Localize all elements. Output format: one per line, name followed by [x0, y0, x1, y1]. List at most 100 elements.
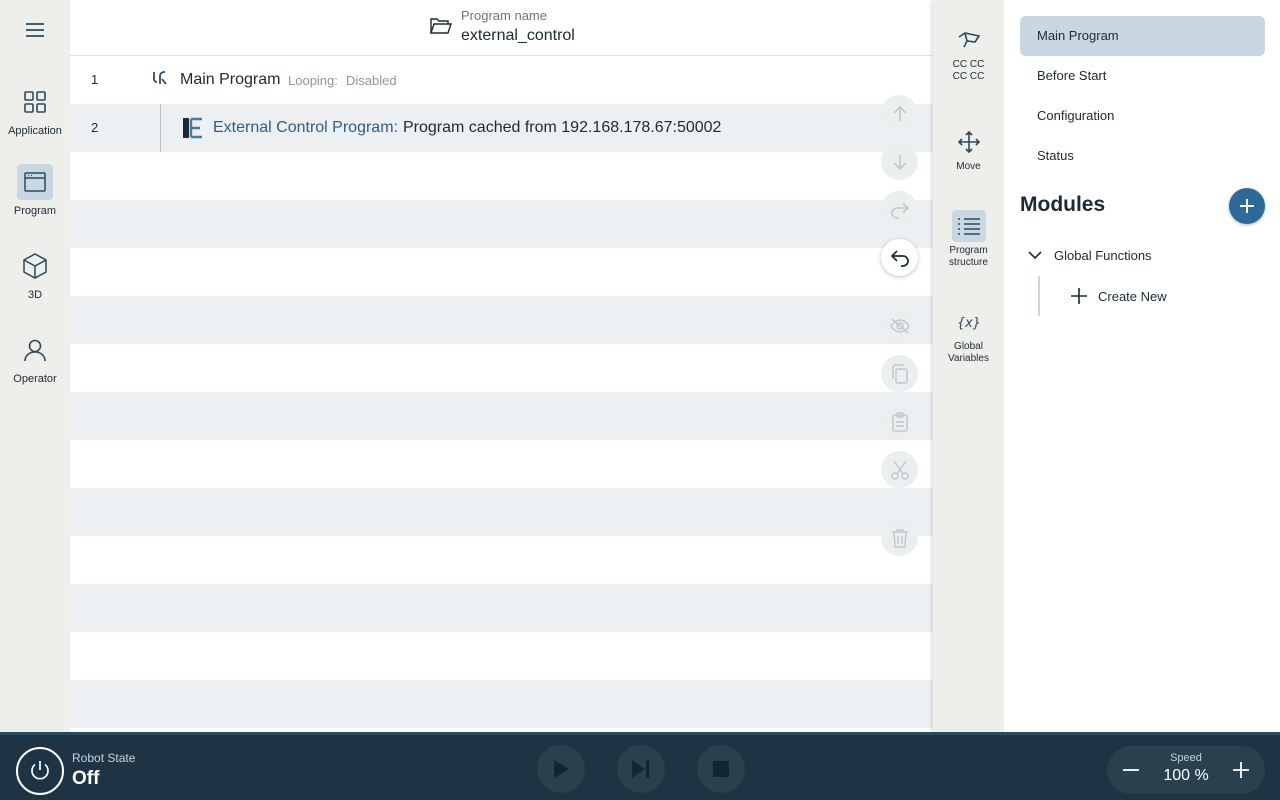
move-up-button[interactable] [881, 95, 918, 132]
nav-program-label: Program [13, 205, 57, 217]
move-arrows-icon [952, 126, 986, 158]
svg-text:{x}: {x} [957, 316, 980, 331]
paste-button[interactable] [881, 403, 918, 440]
empty-row[interactable] [70, 584, 933, 632]
stop-button[interactable] [697, 745, 745, 793]
empty-row[interactable] [70, 536, 933, 584]
hide-icon [889, 317, 910, 334]
nav-program[interactable]: Program [0, 164, 70, 236]
empty-row[interactable] [70, 296, 933, 344]
robot-state-value: Off [72, 768, 100, 789]
rail-teach-pendant[interactable]: CC CC CC CC [933, 24, 1004, 83]
rail-teach-pendant-label: CC CC CC CC [952, 59, 985, 82]
program-row[interactable]: 2 External Control Program: Program cach… [70, 104, 933, 152]
stop-icon [713, 761, 729, 777]
delete-button[interactable] [881, 519, 918, 556]
paste-icon [891, 411, 908, 432]
move-up-icon [892, 105, 907, 121]
play-button[interactable] [537, 745, 585, 793]
program-name-label: Program name [461, 8, 547, 23]
looping-label: Looping: [288, 73, 338, 88]
empty-row[interactable] [70, 200, 933, 248]
cut-button[interactable] [881, 451, 918, 488]
looping-value: Disabled [346, 73, 397, 88]
panel-configuration[interactable]: Configuration [1020, 96, 1265, 136]
robot-state-label: Robot State [72, 751, 136, 765]
cube-icon [17, 248, 53, 284]
undo-button[interactable] [881, 239, 918, 276]
cut-icon [890, 460, 909, 480]
plus-icon [1071, 288, 1087, 304]
play-icon [554, 760, 569, 778]
grid-icon [17, 84, 53, 120]
main-program-title: Main Program [180, 71, 281, 88]
line-number: 2 [91, 120, 99, 135]
empty-row[interactable] [70, 152, 933, 200]
program-row[interactable]: 1 Main Program Looping: Disabled [70, 56, 933, 104]
program-name-value[interactable]: external_control [461, 27, 575, 45]
chevron-down-icon [1028, 251, 1042, 260]
speed-increase-button[interactable] [1223, 752, 1259, 788]
rail-program-structure[interactable]: Program structure [933, 210, 1004, 269]
nav-3d-label: 3D [27, 289, 43, 301]
plus-icon [1240, 199, 1254, 213]
nav-application[interactable]: Application [0, 84, 70, 156]
nav-operator-label: Operator [13, 373, 57, 385]
empty-row[interactable] [70, 680, 933, 728]
indent-guide [160, 104, 161, 152]
empty-row[interactable] [70, 632, 933, 680]
nav-operator[interactable]: Operator [0, 332, 70, 404]
rail-global-variables-label: Global Variables [948, 341, 989, 364]
delete-icon [891, 528, 908, 548]
panel-before-start[interactable]: Before Start [1020, 56, 1265, 96]
external-control-label: External Control Program: [213, 119, 398, 136]
create-new-label: Create New [1098, 288, 1167, 304]
variables-icon: {x} [952, 306, 986, 338]
rail-global-variables[interactable]: {x} Global Variables [933, 306, 1004, 365]
empty-row[interactable] [70, 488, 933, 536]
empty-row[interactable] [70, 440, 933, 488]
program-structure-panel: Main Program Before Start Configuration … [1004, 0, 1280, 732]
teach-pendant-icon [952, 24, 986, 56]
nav-3d[interactable]: 3D [0, 248, 70, 320]
move-down-icon [892, 154, 907, 170]
ur-logo-icon [153, 71, 167, 85]
hide-button[interactable] [881, 307, 918, 344]
person-icon [17, 332, 53, 368]
add-module-button[interactable] [1229, 188, 1265, 224]
line-number: 1 [91, 72, 99, 87]
power-icon [31, 761, 49, 780]
list-icon [951, 210, 986, 242]
external-control-icon [183, 117, 202, 139]
left-navigation: Application Program 3D Operator [0, 0, 70, 732]
global-functions-label: Global Functions [1054, 247, 1152, 263]
program-tree: 1 Main Program Looping: Disabled 2 Exter… [70, 56, 933, 732]
empty-row[interactable] [70, 248, 933, 296]
external-control-value: Program cached from 192.168.178.67:50002 [403, 119, 722, 136]
tree-guide [1038, 276, 1040, 316]
hamburger-icon [26, 23, 44, 37]
create-new-button[interactable]: Create New [1070, 284, 1167, 308]
hamburger-menu-button[interactable] [17, 16, 53, 44]
step-button[interactable] [617, 745, 665, 793]
rail-move-label: Move [956, 161, 981, 172]
empty-row[interactable] [70, 344, 933, 392]
program-header: Program name external_control [70, 0, 933, 56]
redo-icon [890, 201, 909, 219]
global-functions-toggle[interactable]: Global Functions [1028, 242, 1152, 268]
folder-open-icon[interactable] [430, 17, 452, 35]
program-window-icon [17, 164, 53, 200]
undo-icon [890, 249, 909, 267]
speed-control: Speed 100 % [1107, 746, 1265, 794]
redo-button[interactable] [881, 191, 918, 228]
panel-main-program[interactable]: Main Program [1020, 16, 1265, 56]
rail-move[interactable]: Move [933, 126, 1004, 173]
power-button[interactable] [16, 747, 64, 795]
panel-status[interactable]: Status [1020, 136, 1265, 176]
plus-icon [1233, 762, 1249, 778]
move-down-button[interactable] [881, 143, 918, 180]
modules-title: Modules [1020, 193, 1106, 216]
empty-row[interactable] [70, 392, 933, 440]
copy-button[interactable] [881, 355, 918, 392]
nav-application-label: Application [8, 125, 62, 137]
